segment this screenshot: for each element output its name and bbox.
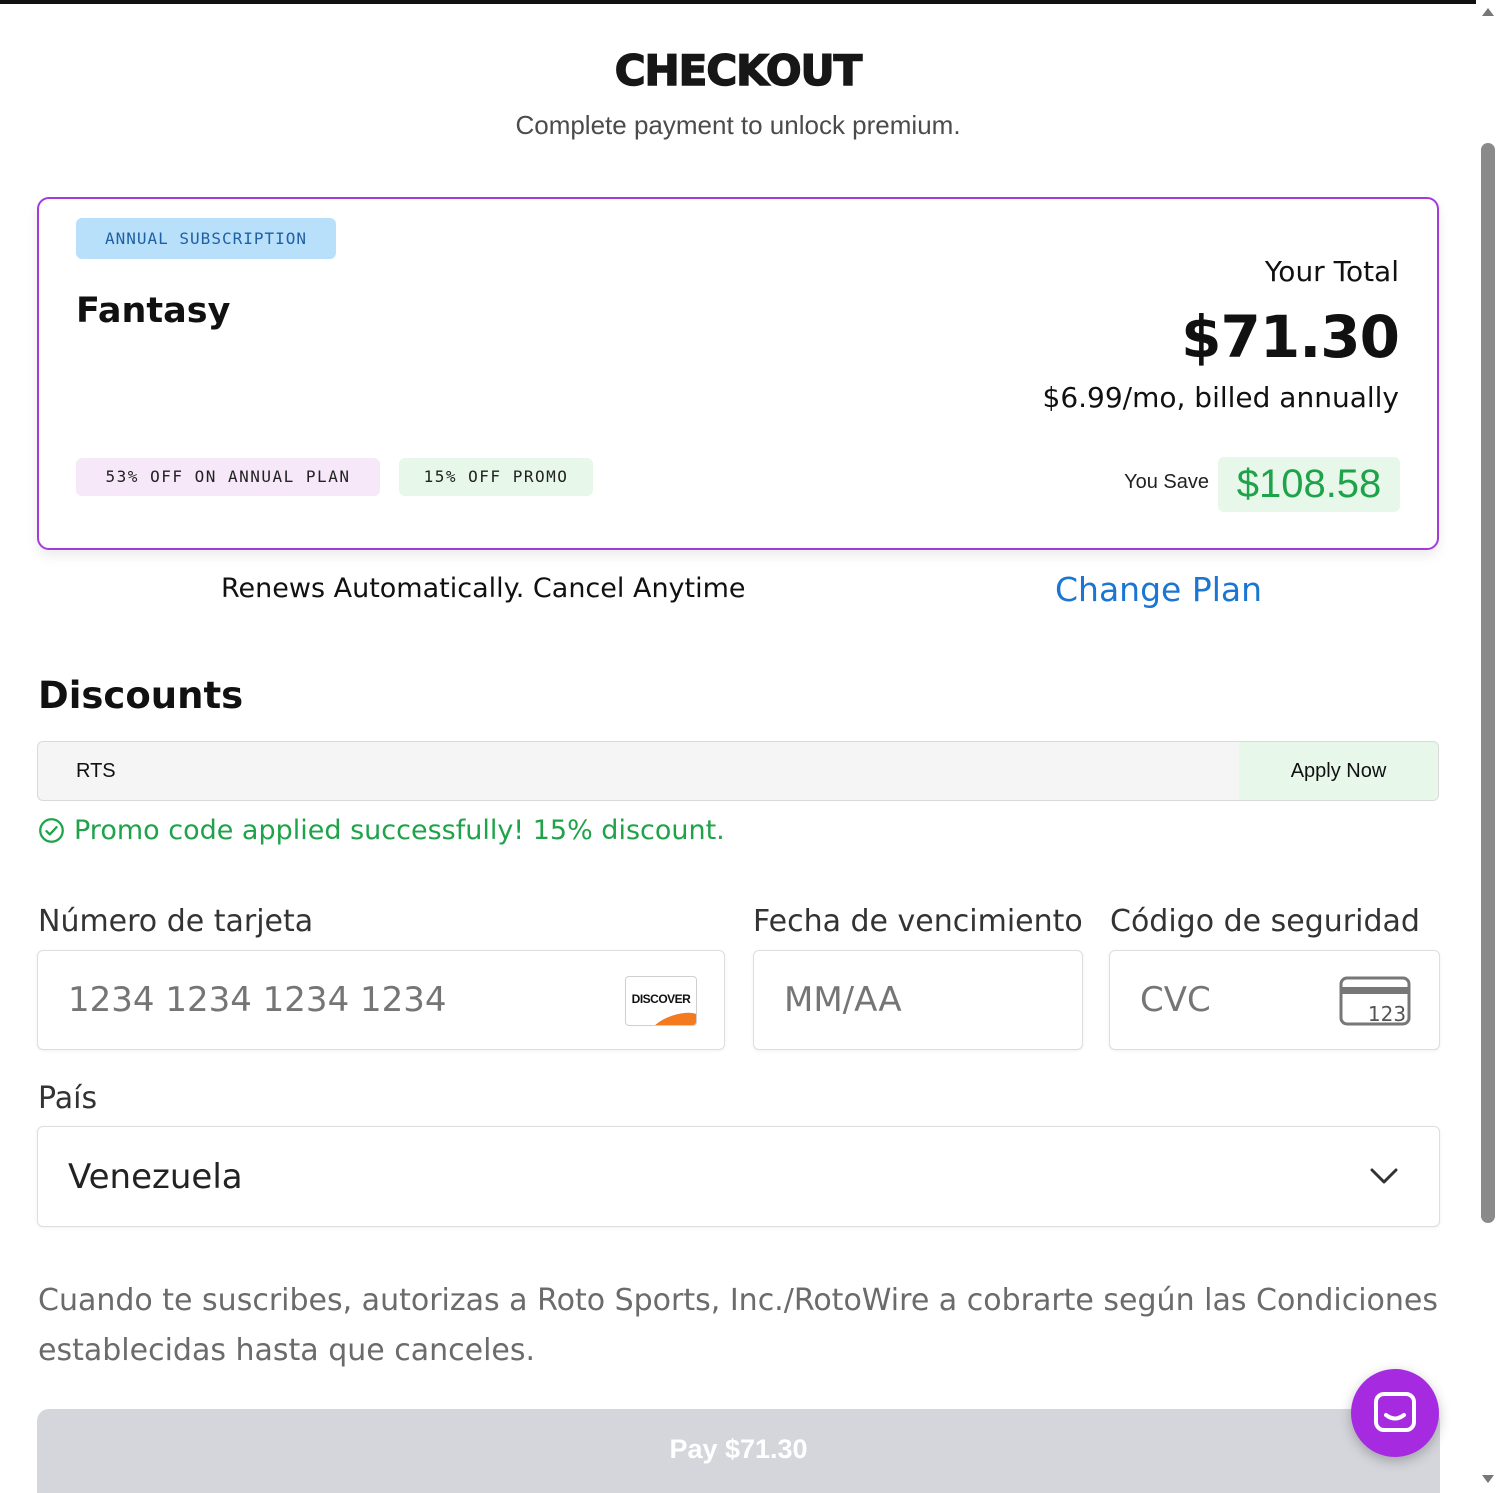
country-label: País <box>38 1081 98 1116</box>
page-title: CHECKOUT <box>614 45 863 96</box>
promo-code-input[interactable] <box>38 742 1238 800</box>
card-number-field: DISCOVER <box>37 950 725 1050</box>
chat-icon <box>1374 1392 1416 1432</box>
top-border <box>0 0 1476 4</box>
plan-name: Fantasy <box>76 291 231 331</box>
cvc-field: 123 <box>1109 950 1440 1050</box>
subscription-type-badge: ANNUAL SUBSCRIPTION <box>76 218 336 259</box>
promo-success-message: Promo code applied successfully! 15% dis… <box>38 813 725 847</box>
discounts-heading: Discounts <box>38 674 244 717</box>
cvc-icon-text: 123 <box>1368 1002 1406 1026</box>
expiry-input[interactable] <box>754 951 1082 1049</box>
chevron-down-icon <box>1370 1168 1398 1184</box>
check-circle-icon <box>39 817 64 843</box>
card-number-label: Número de tarjeta <box>38 904 314 939</box>
pay-button[interactable]: Pay $71.30 <box>37 1409 1440 1493</box>
country-select[interactable]: Venezuela <box>37 1126 1440 1227</box>
page-subtitle: Complete payment to unlock premium. <box>515 110 961 140</box>
discover-swoosh <box>647 1007 696 1025</box>
billing-note: $6.99/mo, billed annually <box>1042 381 1400 414</box>
scrollbar-thumb[interactable] <box>1481 143 1495 1223</box>
annual-discount-badge: 53% OFF ON ANNUAL PLAN <box>76 458 380 496</box>
you-save-label: You Save <box>1124 471 1209 493</box>
savings-amount: $108.58 <box>1218 457 1400 512</box>
card-number-input[interactable] <box>38 951 724 1049</box>
scroll-down-arrow-icon[interactable] <box>1482 1475 1494 1483</box>
cvc-card-icon: 123 <box>1339 976 1411 1026</box>
expiry-label: Fecha de vencimiento <box>753 904 1083 939</box>
cvc-label: Código de seguridad <box>1110 904 1420 939</box>
total-label: Your Total <box>1264 255 1399 288</box>
renewal-note: Renews Automatically. Cancel Anytime <box>221 573 746 604</box>
plan-summary-card: ANNUAL SUBSCRIPTION Fantasy 53% OFF ON A… <box>37 197 1439 550</box>
promo-code-group: Apply Now <box>37 741 1439 801</box>
apply-promo-button[interactable]: Apply Now <box>1239 742 1438 800</box>
country-selected-value: Venezuela <box>68 1157 243 1197</box>
promo-success-text: Promo code applied successfully! 15% dis… <box>74 814 725 846</box>
change-plan-link[interactable]: Change Plan <box>1055 570 1262 609</box>
chat-launcher-button[interactable] <box>1351 1369 1439 1457</box>
promo-discount-badge: 15% OFF PROMO <box>399 458 593 496</box>
authorization-terms: Cuando te suscribes, autorizas a Roto Sp… <box>38 1283 1438 1368</box>
discover-card-icon: DISCOVER <box>625 976 697 1026</box>
scrollbar[interactable] <box>1476 0 1500 1493</box>
total-amount: $71.30 <box>1181 303 1400 371</box>
scroll-up-arrow-icon[interactable] <box>1482 8 1494 16</box>
expiry-field <box>753 950 1083 1050</box>
discover-card-text: DISCOVER <box>631 992 691 1006</box>
